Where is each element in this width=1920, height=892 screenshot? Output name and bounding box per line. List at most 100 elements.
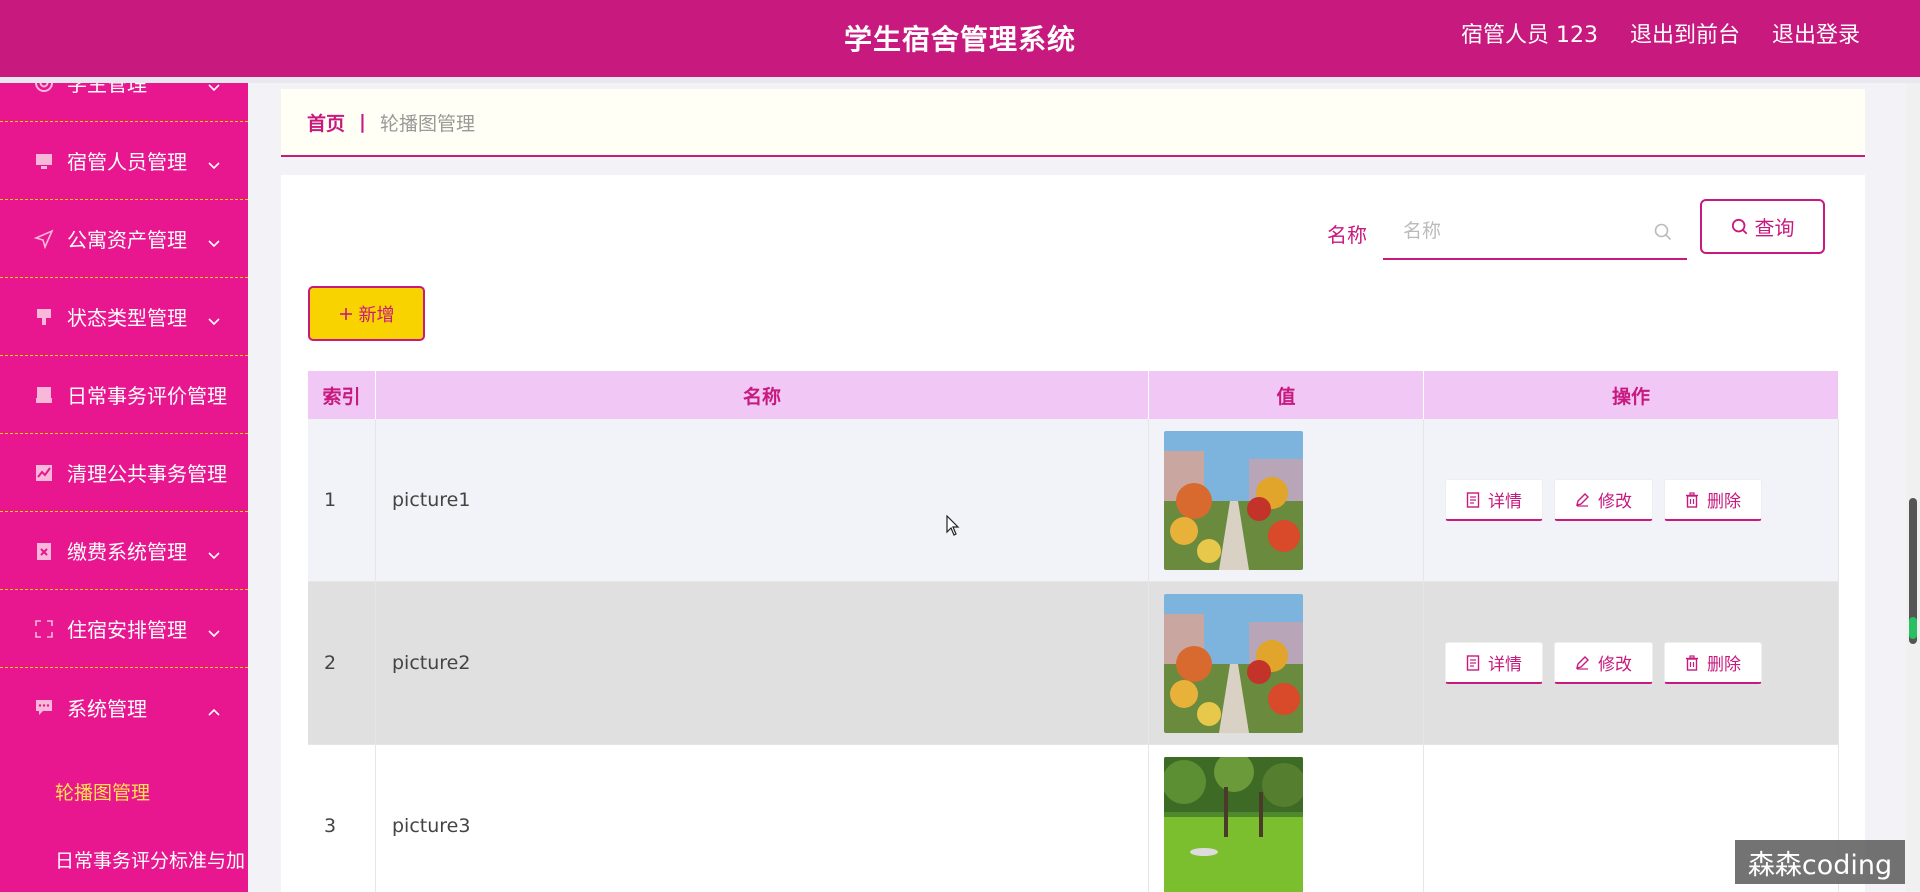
mouse-pointer-icon: [946, 514, 960, 537]
column-header-actions: 操作: [1424, 371, 1839, 419]
brush-icon: [34, 307, 54, 327]
column-header-name: 名称: [376, 371, 1149, 419]
chevron-down-icon: [207, 312, 221, 325]
detail-button-label: 详情: [1488, 655, 1522, 675]
search-input[interactable]: [1383, 205, 1633, 257]
sidebar-item-dorm-staff[interactable]: 宿管人员管理: [0, 122, 248, 200]
chevron-down-icon: [207, 624, 221, 637]
trash-icon: [1686, 491, 1698, 508]
table-header: 索引 名称 值 操作: [308, 371, 1839, 419]
watermark: 森森coding: [1735, 840, 1905, 884]
sidebar-item-label: 学生管理: [67, 83, 147, 96]
detail-button[interactable]: 详情: [1445, 642, 1543, 684]
edit-button[interactable]: 修改: [1554, 642, 1653, 684]
carousel-table: 索引 名称 值 操作 1 picture1 详情 修改 删除 2 picture…: [308, 371, 1839, 892]
sidebar-item-label: 公寓资产管理: [67, 228, 187, 252]
cell-value: [1149, 419, 1424, 582]
chevron-down-icon: [207, 234, 221, 247]
search-icon: [1731, 218, 1747, 234]
sidebar-item-label: 缴费系统管理: [67, 540, 187, 564]
breadcrumb: 首页 | 轮播图管理: [281, 89, 1865, 157]
scroll-indicator: [1909, 617, 1917, 639]
breadcrumb-current: 轮播图管理: [379, 112, 475, 135]
campus-autumn-image[interactable]: [1164, 593, 1303, 733]
sidebar-item-system[interactable]: 系统管理: [0, 668, 248, 746]
sidebar-item-accommodation[interactable]: 住宿安排管理: [0, 590, 248, 668]
plus-icon: [339, 307, 352, 320]
chevron-up-icon: [207, 702, 221, 716]
sidebar-item-label: 住宿安排管理: [67, 618, 187, 642]
query-button-label: 查询: [1754, 216, 1795, 240]
sidebar-item-payment[interactable]: 缴费系统管理: [0, 512, 248, 590]
query-button[interactable]: 查询: [1700, 199, 1825, 254]
delete-button-label: 删除: [1707, 655, 1741, 675]
main-content: 首页 | 轮播图管理 名称 查询 新增 索引 名称 值 操作: [248, 83, 1920, 892]
sidebar: 学生管理 宿管人员管理 公寓资产管理 状态类型管理 日常事务评价管理 清理公共事…: [0, 83, 248, 892]
cell-value: [1149, 745, 1424, 892]
scrollbar[interactable]: [1906, 83, 1920, 892]
chat-icon: [34, 697, 54, 717]
add-button-label: 新增: [358, 304, 395, 326]
document-icon: [1466, 654, 1480, 671]
column-header-value: 值: [1149, 371, 1424, 419]
add-button[interactable]: 新增: [308, 286, 425, 341]
header-actions: 宿管人员 123 退出到前台 退出登录: [1461, 20, 1860, 52]
search-field: [1383, 205, 1687, 260]
send-icon: [34, 228, 54, 249]
back-to-front-link[interactable]: 退出到前台: [1630, 20, 1740, 52]
table-row[interactable]: 1 picture1 详情 修改 删除: [308, 419, 1839, 582]
sidebar-item-assets[interactable]: 公寓资产管理: [0, 200, 248, 278]
monitor-icon: [34, 151, 54, 171]
logout-link[interactable]: 退出登录: [1772, 20, 1860, 52]
sidebar-item-status-types[interactable]: 状态类型管理: [0, 278, 248, 356]
delete-button[interactable]: 删除: [1664, 642, 1762, 684]
sidebar-subitem-label: 日常事务评分标准与加: [55, 849, 246, 872]
breadcrumb-separator: |: [359, 111, 366, 133]
detail-button[interactable]: 详情: [1445, 479, 1543, 521]
table-row[interactable]: 2 picture2 详情 修改 删除: [308, 582, 1839, 745]
printer-icon: [34, 385, 54, 405]
sidebar-item-label: 系统管理: [67, 696, 147, 721]
chevron-down-icon: [207, 83, 221, 91]
sidebar-item-student[interactable]: 学生管理: [0, 83, 248, 122]
campus-autumn-image[interactable]: [1164, 430, 1303, 570]
cell-value: [1149, 582, 1424, 745]
sidebar-item-label: 日常事务评价管理: [67, 384, 227, 408]
edit-button-label: 修改: [1598, 492, 1632, 512]
campus-lawn-image[interactable]: [1164, 756, 1303, 892]
sidebar-item-public-cleaning[interactable]: 清理公共事务管理: [0, 434, 248, 512]
cell-name: picture2: [376, 582, 1149, 745]
target-icon: [34, 83, 54, 93]
pencil-icon: [1576, 656, 1589, 670]
cell-index: 1: [308, 419, 376, 582]
sidebar-subitem-carousel[interactable]: 轮播图管理: [0, 757, 248, 825]
fullscreen-icon: [34, 619, 54, 639]
sidebar-subitem-daily-scoring[interactable]: 日常事务评分标准与加: [0, 825, 248, 892]
column-header-index: 索引: [308, 371, 376, 419]
delete-button-label: 删除: [1707, 492, 1741, 512]
breadcrumb-home[interactable]: 首页: [307, 109, 345, 136]
detail-button-label: 详情: [1488, 492, 1522, 512]
top-header: 学生宿舍管理系统 宿管人员 123 退出到前台 退出登录: [0, 0, 1920, 77]
content-panel: 名称 查询 新增 索引 名称 值 操作 1 picture1: [281, 175, 1865, 892]
cell-actions: 详情 修改 删除: [1424, 419, 1839, 582]
table-row[interactable]: 3 picture3: [308, 745, 1839, 892]
edit-button-label: 修改: [1598, 655, 1632, 675]
sidebar-item-label: 状态类型管理: [67, 306, 187, 330]
sidebar-item-label: 清理公共事务管理: [67, 462, 227, 486]
cell-index: 2: [308, 582, 376, 745]
sidebar-item-daily-evaluation[interactable]: 日常事务评价管理: [0, 356, 248, 434]
sidebar-item-label: 宿管人员管理: [67, 150, 187, 174]
cell-name: picture1: [376, 419, 1149, 582]
pencil-icon: [1576, 493, 1589, 507]
chevron-down-icon: [207, 546, 221, 559]
edit-button[interactable]: 修改: [1554, 479, 1653, 521]
chart-icon: [34, 463, 54, 483]
delete-button[interactable]: 删除: [1664, 479, 1762, 521]
cell-name: picture3: [376, 745, 1149, 892]
sidebar-subitem-label: 轮播图管理: [55, 781, 151, 804]
current-user[interactable]: 宿管人员 123: [1461, 20, 1598, 52]
search-icon: [1653, 222, 1673, 242]
cell-actions: 详情 修改 删除: [1424, 582, 1839, 745]
clipboard-x-icon: [34, 541, 54, 561]
